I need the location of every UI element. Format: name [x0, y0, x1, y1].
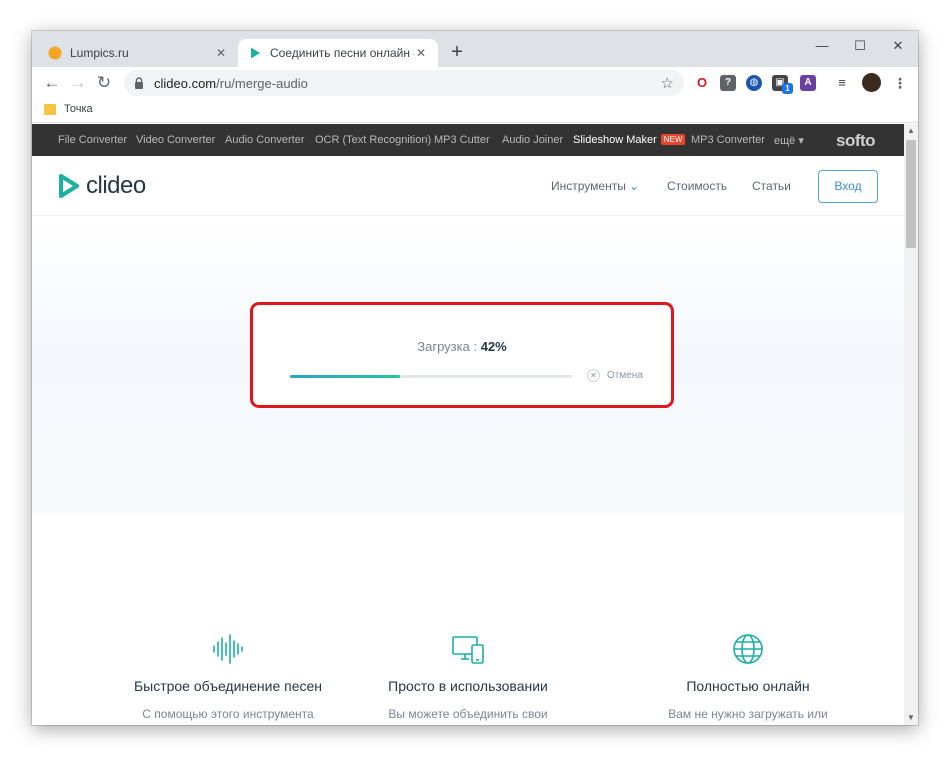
- upload-label: Загрузка :: [417, 339, 478, 354]
- feature-fast: Быстрое объединение песен С помощью этог…: [98, 632, 358, 721]
- devices-icon: [452, 636, 484, 664]
- tab-clideo[interactable]: Соединить песни онлайн — Co ✕: [238, 39, 438, 67]
- browser-toolbar: ← → ↻ clideo.com/ru/merge-audio ☆ O ? ◍ …: [32, 67, 918, 99]
- softo-link[interactable]: File Converter: [58, 134, 127, 146]
- bookmark-folder-tochka[interactable]: Точка: [44, 103, 93, 115]
- url-path: /ru/merge-audio: [216, 75, 308, 91]
- opera-icon[interactable]: O: [694, 75, 710, 91]
- upload-progress-panel: Загрузка : 42% ✕ Отмена: [250, 302, 674, 408]
- softo-link[interactable]: MP3 Converter: [691, 134, 765, 146]
- soundwave-icon: [213, 634, 243, 664]
- tab-title: Lumpics.ru: [70, 46, 129, 60]
- softo-link[interactable]: Video Converter: [136, 134, 215, 146]
- bookmark-label: Точка: [64, 103, 93, 115]
- softo-link[interactable]: OCR (Text Recognition): [315, 134, 431, 146]
- cancel-label: Отмена: [607, 370, 643, 381]
- softo-link[interactable]: Audio Joiner: [502, 134, 563, 146]
- softo-bar: File Converter Video Converter Audio Con…: [32, 124, 904, 156]
- brand-name: clideo: [86, 172, 146, 199]
- softo-logo[interactable]: softo: [836, 131, 876, 151]
- playlist-icon[interactable]: ≡: [834, 75, 850, 91]
- upload-status: Загрузка : 42%: [253, 339, 671, 354]
- upload-percent: 42%: [480, 339, 507, 354]
- feature-desc: Вы можете объединить свои: [388, 707, 548, 721]
- clideo-favicon-icon: [251, 47, 260, 59]
- softo-link[interactable]: MP3 Cutter: [434, 134, 490, 146]
- close-window-icon[interactable]: ✕: [880, 35, 916, 57]
- clideo-logo[interactable]: clideo: [58, 172, 146, 200]
- softo-link[interactable]: Audio Converter: [225, 134, 305, 146]
- url-host: clideo.com: [154, 75, 217, 91]
- new-tab-button[interactable]: +: [446, 41, 468, 63]
- folder-icon: [44, 103, 56, 115]
- tab-title: Соединить песни онлайн — Co: [270, 46, 414, 60]
- forward-icon[interactable]: →: [66, 72, 90, 94]
- feature-easy: Просто в использовании Вы можете объедин…: [338, 632, 598, 721]
- menu-articles[interactable]: Статьи: [752, 179, 791, 193]
- page-scrollbar[interactable]: ▲ ▼: [904, 124, 918, 725]
- play-logo-icon: [59, 174, 79, 198]
- softo-more-label: ещё: [774, 135, 796, 147]
- back-icon[interactable]: ←: [40, 72, 64, 94]
- login-button[interactable]: Вход: [818, 170, 878, 203]
- globe-icon: [733, 634, 763, 664]
- lumpics-favicon-icon: [48, 46, 62, 60]
- menu-tools[interactable]: Инструменты ⌄: [551, 179, 639, 193]
- site-header: clideo Инструменты ⌄ Стоимость Статьи Вх…: [32, 156, 904, 216]
- menu-dots-icon[interactable]: ⋮: [892, 75, 908, 91]
- web-page: File Converter Video Converter Audio Con…: [32, 124, 904, 725]
- tab-lumpics[interactable]: Lumpics.ru ✕: [38, 39, 238, 67]
- scroll-thumb[interactable]: [906, 140, 916, 248]
- scroll-down-icon[interactable]: ▼: [904, 711, 918, 725]
- close-circle-icon: ✕: [587, 369, 600, 382]
- new-badge: NEW: [660, 134, 686, 145]
- feature-title: Быстрое объединение песен: [133, 678, 323, 694]
- avatar[interactable]: [862, 73, 881, 92]
- menu-pricing[interactable]: Стоимость: [667, 179, 727, 193]
- adblock-icon[interactable]: A: [800, 75, 816, 91]
- feature-desc: С помощью этого инструмента: [142, 707, 314, 721]
- softo-more[interactable]: ещё ▾: [774, 134, 804, 147]
- progress-bar: [290, 375, 572, 378]
- question-icon[interactable]: ?: [720, 75, 736, 91]
- reload-icon[interactable]: ↻: [92, 72, 116, 94]
- caret-down-icon: ▾: [798, 135, 804, 147]
- scroll-up-icon[interactable]: ▲: [904, 124, 918, 138]
- maximize-icon[interactable]: ☐: [842, 35, 878, 57]
- softo-link-slideshow[interactable]: Slideshow Maker NEW: [573, 134, 686, 146]
- close-tab-icon[interactable]: ✕: [214, 46, 228, 60]
- chevron-down-icon: ⌄: [629, 179, 640, 193]
- feature-title: Просто в использовании: [388, 678, 548, 694]
- feature-desc: Вам не нужно загружать или: [668, 707, 828, 721]
- progress-fill: [290, 375, 400, 378]
- browser-window: Lumpics.ru ✕ Соединить песни онлайн — Co…: [32, 31, 918, 725]
- close-tab-icon[interactable]: ✕: [414, 46, 428, 60]
- bookmarks-bar: Точка: [32, 99, 918, 123]
- tab-strip: Lumpics.ru ✕ Соединить песни онлайн — Co…: [32, 31, 918, 67]
- globe-icon[interactable]: ◍: [746, 75, 762, 91]
- lock-icon: [135, 77, 143, 89]
- extension-badge: 1: [782, 83, 793, 94]
- address-bar[interactable]: clideo.com/ru/merge-audio ☆: [124, 70, 684, 96]
- feature-title: Полностью онлайн: [686, 678, 810, 694]
- softo-link-label: Slideshow Maker: [573, 134, 657, 146]
- cancel-button[interactable]: ✕ Отмена: [587, 369, 643, 382]
- bookmark-star-icon[interactable]: ☆: [661, 74, 674, 92]
- minimize-icon[interactable]: —: [804, 35, 840, 57]
- menu-tools-label: Инструменты: [551, 179, 626, 193]
- feature-online: Полностью онлайн Вам не нужно загружать …: [618, 632, 878, 721]
